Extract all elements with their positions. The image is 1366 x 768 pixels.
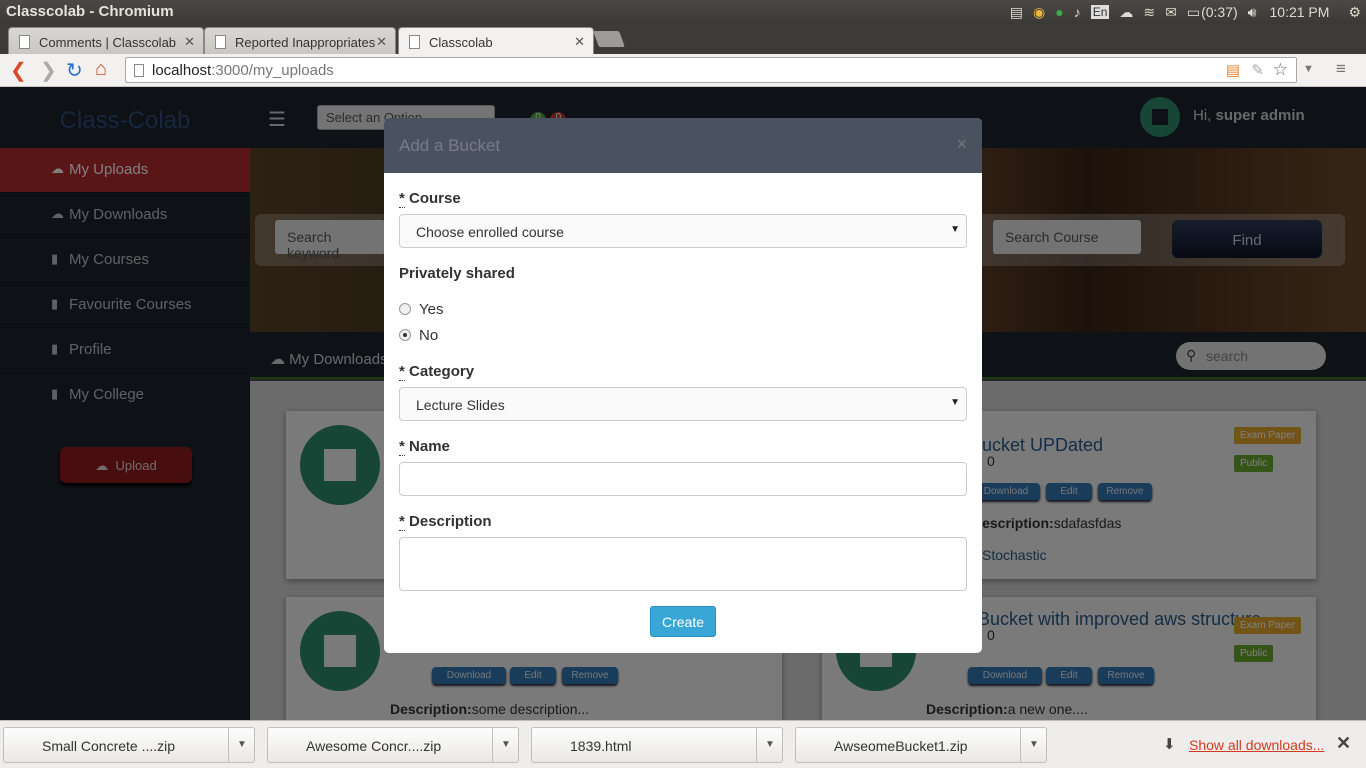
- category-label-text: Category: [409, 363, 475, 380]
- add-bucket-modal: Add a Bucket × * Course Choose enrolled …: [384, 118, 982, 653]
- category-label: * Category: [399, 363, 475, 381]
- download-item[interactable]: AwseomeBucket1.zip ▼: [795, 727, 1047, 763]
- tab-label: Comments | Classcolab: [39, 35, 177, 50]
- battery-icon[interactable]: ▭: [1187, 4, 1200, 21]
- volume-icon[interactable]: 🔊︎: [1248, 4, 1257, 21]
- chevron-down-icon[interactable]: ▼: [1020, 728, 1046, 762]
- tab-reported[interactable]: Reported Inappropriates ✕: [204, 27, 396, 54]
- course-label-text: Course: [409, 190, 461, 207]
- battery-time: (0:37): [1201, 4, 1238, 20]
- required-marker: *: [399, 513, 405, 531]
- chevron-down-icon[interactable]: ▼: [756, 728, 782, 762]
- chevron-down-icon: ▼: [950, 397, 960, 408]
- menu-icon[interactable]: ≡: [1336, 59, 1346, 79]
- radio-button[interactable]: [399, 329, 411, 341]
- settings-gear-icon[interactable]: ⚙: [1348, 4, 1361, 21]
- system-tray: ▤ ◉ ● ♪ En ☁ ≋ ✉ ▭ (0:37) 🔊︎ 10:21 PM ⚙: [1005, 0, 1366, 24]
- close-icon[interactable]: ✕: [1336, 733, 1351, 754]
- course-select-value: Choose enrolled course: [416, 224, 564, 240]
- wifi-icon[interactable]: ≋: [1143, 4, 1155, 21]
- close-icon[interactable]: ×: [956, 134, 967, 155]
- window-title: Classcolab - Chromium: [6, 3, 174, 20]
- required-marker: *: [399, 438, 405, 456]
- hangouts-icon[interactable]: ●: [1055, 4, 1063, 20]
- description-label: * Description: [399, 513, 492, 531]
- url-host: localhost: [152, 62, 212, 79]
- chrome-icon[interactable]: ◉: [1033, 4, 1045, 21]
- keyboard-language[interactable]: En: [1090, 5, 1110, 19]
- os-top-bar: Classcolab - Chromium ▤ ◉ ● ♪ En ☁ ≋ ✉ ▭…: [0, 0, 1366, 24]
- bookmark-star-icon[interactable]: ☆: [1273, 60, 1288, 80]
- clipboard-icon[interactable]: ▤: [1010, 4, 1023, 21]
- page-icon: [19, 35, 30, 49]
- modal-title: Add a Bucket: [399, 136, 501, 155]
- forward-icon[interactable]: ❯: [40, 58, 57, 83]
- create-button[interactable]: Create: [650, 606, 716, 637]
- chevron-down-icon: ▼: [950, 224, 960, 235]
- browser-toolbar: ❮ ❯ ↻ ⌂ localhost:3000/my_uploads ☆ ✎ ▤ …: [0, 54, 1366, 87]
- download-arrow-icon: ⬇: [1163, 736, 1176, 753]
- download-filename: AwseomeBucket1.zip: [834, 738, 968, 754]
- name-label-text: Name: [409, 438, 450, 455]
- category-select-value: Lecture Slides: [416, 397, 505, 413]
- privacy-yes-radio[interactable]: Yes: [399, 301, 443, 318]
- name-input[interactable]: [399, 462, 967, 496]
- rss-icon[interactable]: ▤: [1226, 61, 1240, 79]
- close-icon[interactable]: ✕: [184, 34, 195, 50]
- download-item[interactable]: 1839.html ▼: [531, 727, 783, 763]
- new-tab-button[interactable]: [593, 31, 625, 47]
- download-filename: Small Concrete ....zip: [42, 738, 176, 754]
- radio-label: Yes: [419, 301, 444, 318]
- modal-header: Add a Bucket ×: [384, 118, 982, 173]
- radio-button[interactable]: [399, 303, 411, 315]
- category-select[interactable]: Lecture Slides ▼: [399, 387, 967, 421]
- mail-icon[interactable]: ✉: [1165, 4, 1177, 21]
- tab-label: Reported Inappropriates: [235, 35, 376, 50]
- tab-comments[interactable]: Comments | Classcolab ✕: [8, 27, 204, 54]
- page-icon: [134, 64, 144, 77]
- course-label: * Course: [399, 190, 461, 208]
- description-label-text: Description: [409, 513, 492, 530]
- required-marker: *: [399, 190, 405, 208]
- dropdown-icon[interactable]: ▼: [1303, 63, 1314, 75]
- course-select[interactable]: Choose enrolled course ▼: [399, 214, 967, 248]
- show-all-downloads-link[interactable]: Show all downloads...: [1189, 737, 1324, 753]
- home-icon[interactable]: ⌂: [95, 58, 107, 81]
- reload-icon[interactable]: ↻: [66, 58, 83, 83]
- download-item[interactable]: Awesome Concr....zip ▼: [267, 727, 519, 763]
- tab-classcolab[interactable]: Classcolab ✕: [398, 27, 594, 54]
- privacy-no-radio[interactable]: No: [399, 327, 438, 344]
- download-filename: Awesome Concr....zip: [306, 738, 442, 754]
- url-path: :3000/my_uploads: [211, 62, 334, 79]
- page-icon: [215, 35, 226, 49]
- name-label: * Name: [399, 438, 450, 456]
- extension-icon[interactable]: ✎: [1251, 61, 1264, 79]
- download-item[interactable]: Small Concrete ....zip ▼: [3, 727, 255, 763]
- radio-label: No: [419, 327, 439, 344]
- download-filename: 1839.html: [570, 738, 632, 754]
- notification-bell-icon[interactable]: ♪: [1074, 4, 1081, 20]
- tab-label: Classcolab: [429, 35, 493, 50]
- description-textarea[interactable]: [399, 537, 967, 591]
- chevron-down-icon[interactable]: ▼: [228, 728, 254, 762]
- tab-strip: Comments | Classcolab ✕ Reported Inappro…: [0, 24, 1366, 54]
- page-icon: [409, 35, 420, 49]
- privacy-label: Privately shared: [399, 265, 515, 282]
- chevron-down-icon[interactable]: ▼: [492, 728, 518, 762]
- close-icon[interactable]: ✕: [376, 34, 387, 50]
- downloads-bar: Small Concrete ....zip ▼ Awesome Concr..…: [0, 720, 1366, 768]
- cloud-icon[interactable]: ☁: [1119, 4, 1133, 21]
- clock[interactable]: 10:21 PM: [1270, 4, 1330, 20]
- address-bar[interactable]: localhost:3000/my_uploads ☆ ✎ ▤: [125, 57, 1297, 83]
- required-marker: *: [399, 363, 405, 381]
- close-icon[interactable]: ✕: [574, 34, 585, 50]
- back-icon[interactable]: ❮: [10, 58, 27, 83]
